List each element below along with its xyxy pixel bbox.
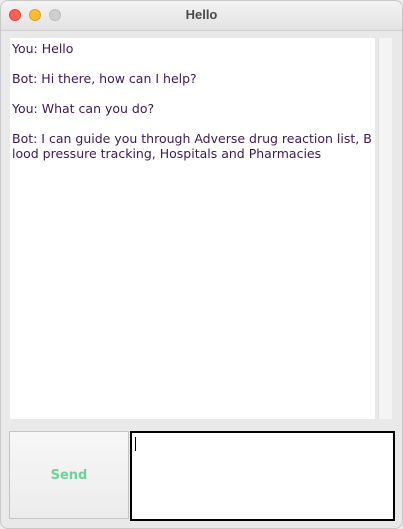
send-button[interactable]: Send [9,431,129,519]
message-list: You: Hello Bot: Hi there, how can I help… [10,38,375,161]
chat-transcript[interactable]: You: Hello Bot: Hi there, how can I help… [10,38,375,419]
message-input[interactable] [130,431,395,521]
chat-message: Bot: Hi there, how can I help? [12,71,197,86]
title-bar: Hello [1,1,402,31]
chat-message: You: Hello [12,41,74,56]
vertical-scrollbar[interactable] [378,38,392,419]
chat-message: Bot: I can guide you through Adverse dru… [12,131,372,161]
window-title: Hello [185,7,218,22]
chat-window: Hello You: Hello Bot: Hi there, how can … [0,0,403,529]
text-caret [135,437,136,451]
chat-message: You: What can you do? [12,101,155,116]
